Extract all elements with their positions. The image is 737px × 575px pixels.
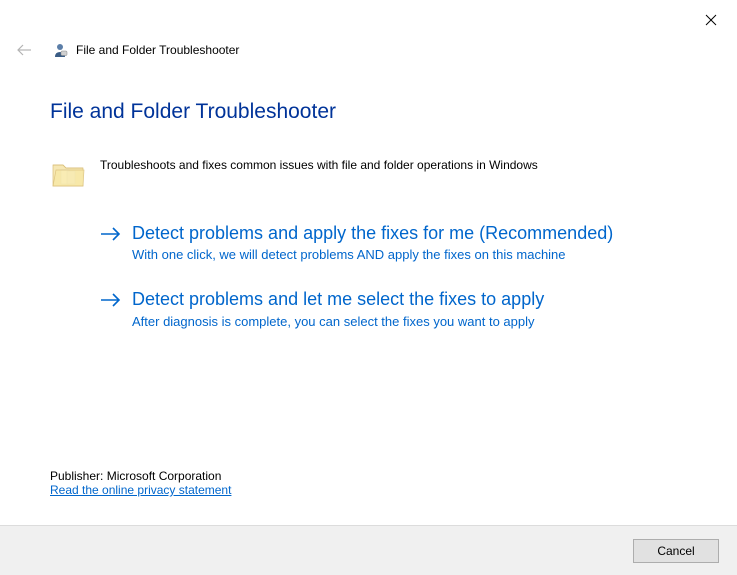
- page-title: File and Folder Troubleshooter: [50, 100, 687, 124]
- privacy-link[interactable]: Read the online privacy statement: [50, 483, 231, 497]
- window-title: File and Folder Troubleshooter: [76, 43, 239, 57]
- arrow-right-icon: [100, 226, 122, 248]
- intro-text: Troubleshoots and fixes common issues wi…: [100, 156, 538, 172]
- arrow-right-icon: [100, 292, 122, 314]
- options-list: Detect problems and apply the fixes for …: [100, 222, 687, 329]
- option-text: Detect problems and let me select the fi…: [132, 288, 544, 328]
- content-area: File and Folder Troubleshooter Troublesh…: [50, 100, 687, 355]
- option-description: After diagnosis is complete, you can sel…: [132, 314, 544, 329]
- option-apply-fixes[interactable]: Detect problems and apply the fixes for …: [100, 222, 687, 262]
- option-text: Detect problems and apply the fixes for …: [132, 222, 613, 262]
- publisher-label: Publisher: Microsoft Corporation: [50, 469, 231, 483]
- publisher-block: Publisher: Microsoft Corporation Read th…: [50, 469, 231, 497]
- option-select-fixes[interactable]: Detect problems and let me select the fi…: [100, 288, 687, 328]
- option-title: Detect problems and apply the fixes for …: [132, 222, 613, 245]
- folder-icon: [50, 156, 86, 192]
- intro-row: Troubleshoots and fixes common issues wi…: [50, 156, 687, 192]
- close-icon: [705, 14, 717, 26]
- titlebar: File and Folder Troubleshooter: [14, 40, 239, 60]
- cancel-button[interactable]: Cancel: [633, 539, 719, 563]
- troubleshooter-icon: [52, 42, 68, 58]
- close-button[interactable]: [699, 8, 723, 32]
- footer: Cancel: [0, 525, 737, 575]
- back-button[interactable]: [14, 40, 34, 60]
- option-title: Detect problems and let me select the fi…: [132, 288, 544, 311]
- back-arrow-icon: [16, 44, 32, 56]
- option-description: With one click, we will detect problems …: [132, 247, 613, 262]
